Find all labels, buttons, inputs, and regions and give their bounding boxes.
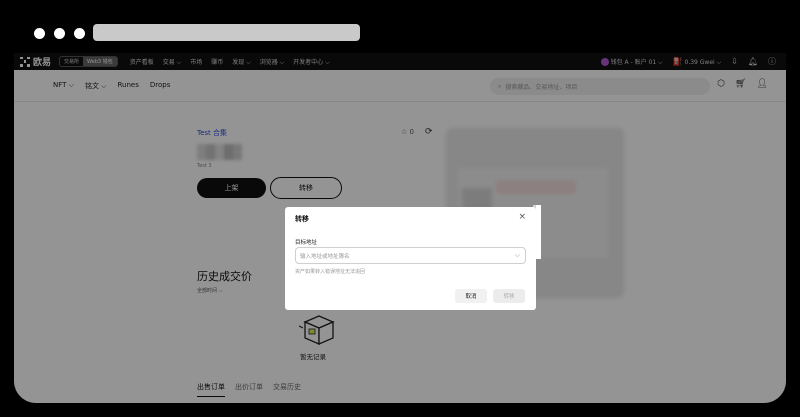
window-controls xyxy=(34,28,85,39)
close-icon[interactable]: × xyxy=(518,212,526,222)
confirm-transfer-button[interactable]: 转移 xyxy=(493,289,525,303)
transfer-modal: 转移 × 目标地址 输入地址或地址簿名 ⌵ 资产如果转入错误地址无法追回 取消 … xyxy=(285,207,536,310)
maximize-dot[interactable] xyxy=(74,28,85,39)
address-hint: 资产如果转入错误地址无法追回 xyxy=(295,269,366,275)
address-placeholder: 输入地址或地址簿名 xyxy=(300,253,350,260)
minimize-dot[interactable] xyxy=(54,28,65,39)
cancel-button[interactable]: 取消 xyxy=(455,289,487,303)
modal-edge xyxy=(536,205,541,259)
chevron-down-icon[interactable]: ⌵ xyxy=(515,251,520,260)
app-window: 欧易 交易所 Web3 钱包 资产看板 交易 ⌵ 市场 赚币 发现 ⌵ 浏览器 … xyxy=(14,53,786,403)
address-input[interactable]: 输入地址或地址簿名 ⌵ xyxy=(295,247,526,264)
address-field-label: 目标地址 xyxy=(295,240,318,246)
address-bar[interactable] xyxy=(93,24,360,41)
close-dot[interactable] xyxy=(34,28,45,39)
browser-frame: 欧易 交易所 Web3 钱包 资产看板 交易 ⌵ 市场 赚币 发现 ⌵ 浏览器 … xyxy=(0,0,800,417)
modal-title: 转移 xyxy=(295,215,309,223)
